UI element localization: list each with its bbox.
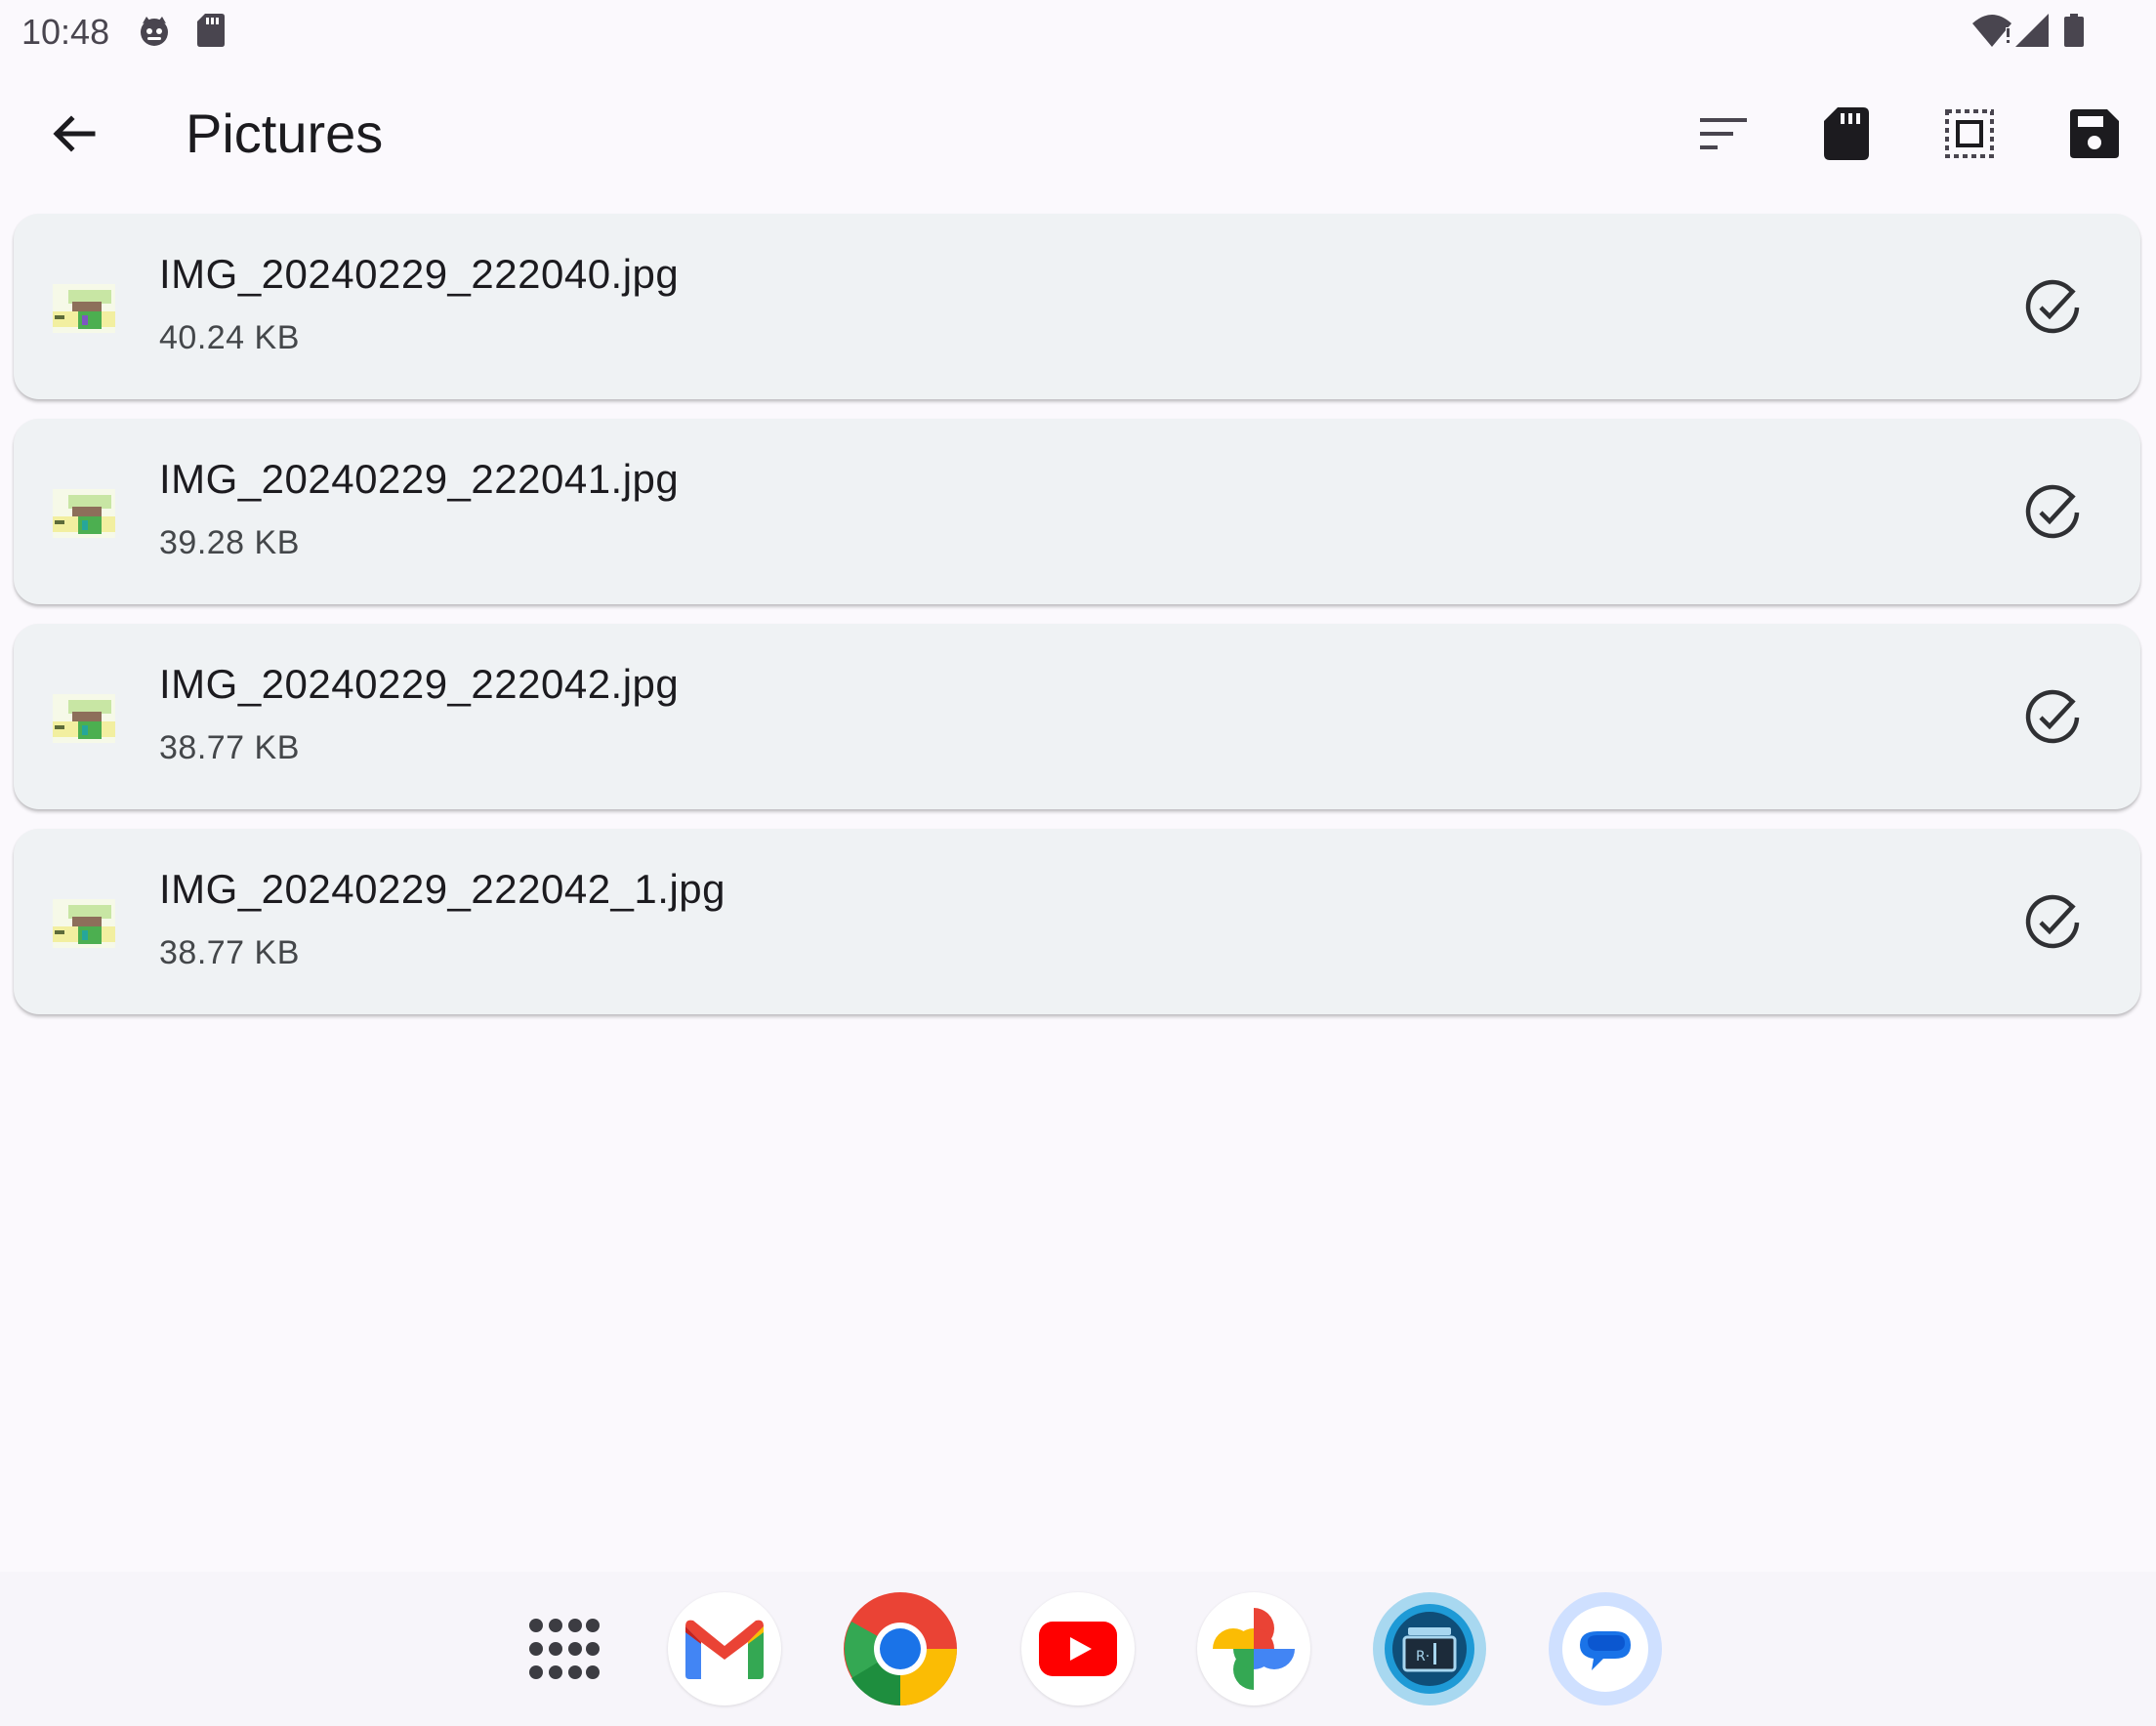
wifi-alert-icon (1970, 14, 2013, 52)
app-dock: R· (0, 1572, 2156, 1726)
youtube-app[interactable] (1021, 1592, 1135, 1705)
file-size: 38.77 KB (159, 934, 300, 971)
file-row[interactable]: IMG_20240229_222042_1.jpg 38.77 KB (14, 829, 2140, 1014)
battery-icon (2064, 14, 2084, 52)
google-photos-app[interactable] (1197, 1592, 1310, 1705)
image-thumbnail (53, 694, 115, 743)
chrome-icon (844, 1592, 957, 1705)
sd-card-icon (197, 14, 225, 52)
file-name: IMG_20240229_222042.jpg (159, 661, 680, 707)
select-all-icon (1945, 109, 1994, 158)
image-thumbnail (53, 899, 115, 948)
check-circle-icon[interactable] (2023, 688, 2082, 747)
file-manager-app[interactable]: R· (1373, 1592, 1486, 1705)
save-button[interactable] (2060, 100, 2129, 168)
file-name: IMG_20240229_222042_1.jpg (159, 866, 726, 912)
app-bar: Pictures (0, 64, 2156, 201)
app-drawer-button[interactable] (507, 1592, 620, 1705)
cat-notification-icon (137, 14, 172, 54)
file-manager-icon: R· (1385, 1604, 1474, 1694)
file-name: IMG_20240229_222041.jpg (159, 456, 680, 502)
file-name: IMG_20240229_222040.jpg (159, 251, 680, 297)
image-thumbnail (53, 489, 115, 538)
gmail-icon (685, 1620, 764, 1679)
save-icon (2070, 109, 2119, 158)
check-circle-icon[interactable] (2023, 893, 2082, 952)
status-bar: 10:48 (0, 0, 2156, 64)
sd-card-icon (1824, 107, 1869, 160)
youtube-icon (1039, 1622, 1117, 1676)
check-circle-icon[interactable] (2023, 483, 2082, 542)
file-row[interactable]: IMG_20240229_222040.jpg 40.24 KB (14, 214, 2140, 399)
arrow-back-icon (53, 115, 96, 152)
check-circle-icon[interactable] (2023, 278, 2082, 337)
file-size: 38.77 KB (159, 729, 300, 766)
gmail-app[interactable] (668, 1592, 781, 1705)
back-button[interactable] (39, 100, 107, 168)
status-time: 10:48 (21, 12, 110, 52)
messages-app[interactable] (1549, 1592, 1662, 1705)
select-all-button[interactable] (1935, 100, 2004, 168)
sd-card-button[interactable] (1812, 100, 1881, 168)
app-drawer-icon (529, 1619, 600, 1679)
file-list: IMG_20240229_222040.jpg 40.24 KB IMG_202… (14, 214, 2140, 1034)
sort-icon (1700, 118, 1747, 149)
sort-button[interactable] (1689, 100, 1758, 168)
file-size: 40.24 KB (159, 319, 300, 356)
file-row[interactable]: IMG_20240229_222041.jpg 39.28 KB (14, 419, 2140, 604)
image-thumbnail (53, 284, 115, 333)
page-title: Pictures (186, 103, 384, 164)
google-photos-icon (1213, 1608, 1295, 1690)
messages-icon (1562, 1606, 1648, 1692)
file-row[interactable]: IMG_20240229_222042.jpg 38.77 KB (14, 624, 2140, 809)
svg-text:R·: R· (1416, 1649, 1430, 1664)
cellular-signal-icon (2015, 14, 2049, 52)
file-size: 39.28 KB (159, 524, 300, 561)
chrome-app[interactable] (844, 1592, 957, 1705)
